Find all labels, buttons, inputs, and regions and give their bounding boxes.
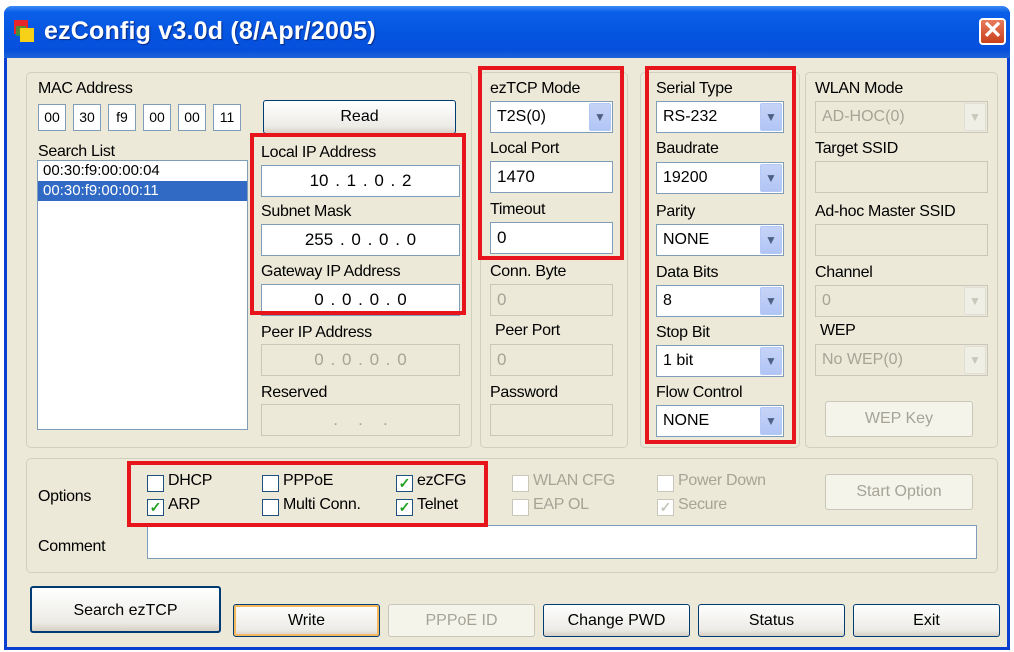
search-list-label: Search List (38, 143, 115, 160)
peer-ip-field[interactable]: 0 . 0 . 0 . 0 (261, 344, 460, 376)
list-item-selected[interactable]: 00:30:f9:00:00:11 (38, 181, 247, 201)
close-icon[interactable]: ✕ (979, 18, 1006, 45)
mac-octet-1[interactable]: 00 (38, 104, 66, 131)
mac-address-label: MAC Address (38, 80, 133, 97)
password-field[interactable] (490, 404, 613, 436)
change-pwd-button[interactable]: Change PWD (543, 604, 690, 637)
highlight-ip-settings (250, 133, 466, 315)
secure-label: Secure (678, 496, 727, 513)
peer-port-label: Peer Port (495, 322, 560, 339)
channel-label: Channel (815, 264, 873, 281)
channel-select[interactable]: 0 ▼ (815, 285, 988, 317)
secure-checkbox[interactable]: ✓ (657, 499, 674, 516)
power-down-checkbox[interactable] (657, 475, 674, 492)
window-title: ezConfig v3.0d (8/Apr/2005) (44, 17, 376, 45)
eap-ol-checkbox[interactable] (512, 499, 529, 516)
wep-key-button[interactable]: WEP Key (825, 401, 973, 437)
wep-select[interactable]: No WEP(0) ▼ (815, 344, 988, 376)
pppoe-id-button[interactable]: PPPoE ID (388, 604, 535, 637)
search-list[interactable]: 00:30:f9:00:00:04 00:30:f9:00:00:11 (37, 160, 248, 430)
exit-button[interactable]: Exit (853, 604, 1000, 637)
wep-label: WEP (820, 322, 856, 339)
power-down-label: Power Down (678, 472, 766, 489)
reserved-label: Reserved (261, 384, 328, 401)
comment-field[interactable] (147, 525, 977, 559)
mac-octet-5[interactable]: 00 (178, 104, 206, 131)
password-label: Password (490, 384, 558, 401)
wlan-mode-select[interactable]: AD-HOC(0) ▼ (815, 101, 988, 133)
target-ssid-label: Target SSID (815, 140, 898, 157)
title-bar[interactable]: ezConfig v3.0d (8/Apr/2005) ✕ (4, 6, 1010, 58)
wlan-cfg-checkbox[interactable] (512, 475, 529, 492)
adhoc-master-ssid-label: Ad-hoc Master SSID (815, 203, 956, 220)
mac-octet-4[interactable]: 00 (143, 104, 171, 131)
write-button[interactable]: Write (233, 604, 380, 637)
target-ssid-field[interactable] (815, 161, 988, 193)
highlight-options (127, 461, 488, 527)
highlight-eztcp-settings (478, 66, 624, 260)
eap-ol-label: EAP OL (533, 496, 589, 513)
wlan-mode-label: WLAN Mode (815, 80, 903, 97)
start-option-button[interactable]: Start Option (825, 474, 973, 510)
chevron-down-icon[interactable]: ▼ (964, 287, 986, 315)
peer-ip-label: Peer IP Address (261, 324, 372, 341)
status-button[interactable]: Status (698, 604, 845, 637)
wlan-cfg-label: WLAN CFG (533, 472, 616, 489)
mac-octet-3[interactable]: f9 (108, 104, 136, 131)
chevron-down-icon[interactable]: ▼ (964, 103, 986, 131)
mac-octet-2[interactable]: 30 (73, 104, 101, 131)
conn-byte-label: Conn. Byte (490, 263, 567, 280)
highlight-serial-settings (645, 66, 796, 444)
reserved-field[interactable]: . . . (261, 404, 460, 436)
options-label: Options (38, 488, 92, 505)
conn-byte-field[interactable]: 0 (490, 284, 613, 316)
read-button[interactable]: Read (263, 100, 456, 134)
adhoc-master-ssid-field[interactable] (815, 224, 988, 256)
list-item[interactable]: 00:30:f9:00:00:04 (38, 161, 247, 181)
app-icon (14, 20, 36, 44)
peer-port-field[interactable]: 0 (490, 344, 613, 376)
comment-label: Comment (38, 538, 106, 555)
mac-octet-6[interactable]: 11 (213, 104, 241, 131)
search-eztcp-button[interactable]: Search ezTCP (30, 586, 221, 633)
chevron-down-icon[interactable]: ▼ (964, 346, 986, 374)
